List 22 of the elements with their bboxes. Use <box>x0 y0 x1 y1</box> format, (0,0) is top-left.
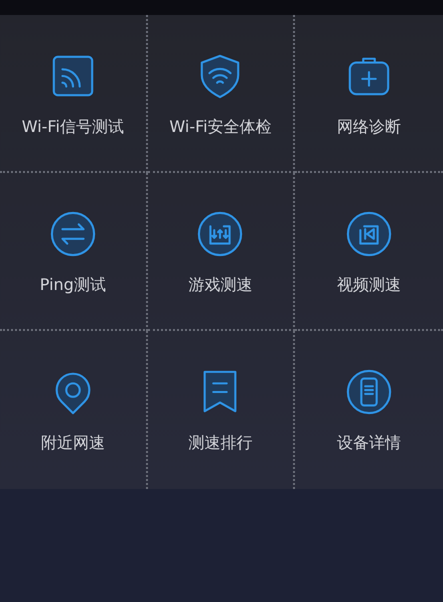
tool-label: Wi-Fi安全体检 <box>169 117 272 138</box>
sort-arrows-icon <box>197 211 244 257</box>
phone-icon <box>346 369 392 415</box>
tool-label: Ping测试 <box>40 275 106 296</box>
tool-tile[interactable]: 网络诊断 <box>295 15 443 173</box>
tool-label: Wi-Fi信号测试 <box>22 117 124 138</box>
swap-arrows-icon <box>50 211 96 257</box>
tool-label: 视频测速 <box>337 275 402 296</box>
tool-tile[interactable]: 附近网速 <box>0 331 148 489</box>
play-back-icon <box>346 211 392 257</box>
tool-tile[interactable]: Wi-Fi安全体检 <box>148 15 296 173</box>
tool-tile[interactable]: 测速排行 <box>148 331 296 489</box>
tool-label: 设备详情 <box>337 433 402 454</box>
tool-tile[interactable]: Wi-Fi信号测试 <box>0 15 148 173</box>
tool-tile[interactable]: 游戏测速 <box>148 173 296 331</box>
tool-label: 附近网速 <box>40 433 105 454</box>
tool-tile[interactable]: 设备详情 <box>295 331 443 489</box>
tool-tile[interactable]: 视频测速 <box>295 173 443 331</box>
tool-label: 测速排行 <box>188 433 252 454</box>
tool-label: 游戏测速 <box>188 275 252 296</box>
tool-tile[interactable]: Ping测试 <box>0 173 148 331</box>
tool-label: 网络诊断 <box>337 117 402 138</box>
